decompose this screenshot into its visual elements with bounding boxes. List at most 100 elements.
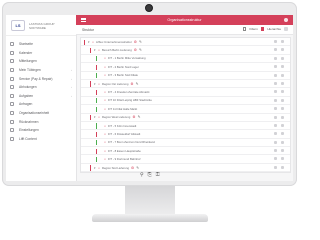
- row-action-button[interactable]: [274, 98, 277, 102]
- row-action-button[interactable]: [274, 48, 277, 52]
- row-action-button[interactable]: [281, 81, 284, 85]
- edit-icon[interactable]: ✎: [139, 40, 142, 44]
- row-action-button[interactable]: [274, 132, 277, 136]
- row-action-button[interactable]: [281, 132, 284, 136]
- row-actions: [274, 73, 284, 77]
- tree-row-label: FIT - 8 Essen Hauptstraße: [107, 148, 141, 153]
- expand-toggle-icon[interactable]: ▾: [94, 48, 97, 52]
- row-action-button[interactable]: [281, 73, 284, 77]
- monitor-stand: [125, 186, 175, 216]
- user-icon[interactable]: [284, 18, 288, 22]
- row-action-button[interactable]: [281, 56, 284, 60]
- sidebar-item[interactable]: Startseite: [6, 40, 76, 49]
- expand-toggle-icon[interactable]: ▾: [94, 166, 97, 170]
- camera-icon: [145, 4, 153, 12]
- row-actions: [274, 132, 284, 136]
- row-action-button[interactable]: [274, 165, 277, 169]
- tree-row[interactable]: ⌂ FIT - 6 Düsseldorf Altstadt: [81, 130, 290, 139]
- brand-text: LASTRAS GROUP SOFTWARE: [29, 22, 55, 30]
- row-actions: [274, 40, 284, 43]
- tree-row[interactable]: ⌂ FIT - 3 Berlin Süd Filiale: [81, 72, 290, 80]
- tree-row[interactable]: ▾ ⌂ Region Süd Lieferung ⚙ ✎: [81, 164, 290, 173]
- unit-icon: ⌂: [104, 73, 106, 78]
- tree-row[interactable]: ⌂ FIT - 5 Köln Innenstadt: [81, 122, 290, 131]
- footer-action-icon[interactable]: ⚿: [156, 172, 160, 178]
- chevron-right-icon: ›: [71, 85, 72, 90]
- row-action-button[interactable]: [274, 115, 277, 119]
- chevron-right-icon: ›: [71, 93, 72, 98]
- tree-row[interactable]: ▾ ⌂ Bereich Berlin Lieferung ⚙ ✎: [81, 46, 290, 55]
- sidebar-item[interactable]: Service (Pay & Repair) ›: [6, 74, 76, 83]
- brand-line-2: SOFTWARE: [29, 25, 46, 30]
- row-action-button[interactable]: [274, 157, 277, 161]
- tree-row[interactable]: ⌂ FIT - 9 Dortmund Bahnhof: [81, 155, 290, 164]
- row-action-button[interactable]: [281, 140, 284, 144]
- sidebar-item[interactable]: Lifft Content: [6, 135, 76, 144]
- row-action-button[interactable]: [281, 165, 284, 169]
- tree-row[interactable]: ⌂ FIT - 2 Berlin Nord Lager: [81, 63, 290, 72]
- sidebar-item[interactable]: Mein Tübingen ›: [6, 66, 76, 75]
- sidebar-item[interactable]: Einstellungen: [6, 126, 76, 135]
- tree-row[interactable]: ⌂ FIT - 7 Bonn Zentrum Nord Rheinland: [81, 139, 290, 148]
- nav-icon: [10, 59, 14, 64]
- tree-row[interactable]: ⌂ FIT 10 Filial Leipzig HBF Stadtmitte: [81, 97, 290, 106]
- sidebar-item[interactable]: Anfragen: [6, 100, 76, 109]
- settings-icon[interactable]: ⚙: [134, 40, 137, 44]
- row-action-button[interactable]: [281, 98, 284, 102]
- row-action-button[interactable]: [274, 123, 277, 127]
- hierarchy-checkbox[interactable]: [260, 27, 265, 31]
- footer-action-icon[interactable]: ⎘: [148, 172, 152, 178]
- sidebar-item[interactable]: Kalender: [6, 49, 76, 58]
- row-action-button[interactable]: [281, 157, 284, 161]
- list-view-button[interactable]: [284, 27, 288, 31]
- expand-toggle-icon[interactable]: ▾: [94, 82, 97, 86]
- row-action-button[interactable]: [274, 140, 277, 144]
- tree-row[interactable]: ⌂ FIT - 4 Dresden Zentrale Altmarkt: [81, 88, 290, 97]
- settings-icon[interactable]: ⚙: [134, 48, 137, 52]
- expand-toggle-icon[interactable]: ▾: [94, 115, 97, 119]
- row-action-button[interactable]: [281, 65, 284, 69]
- unit-icon: ⌂: [104, 90, 106, 95]
- tree-row[interactable]: ▾ ⌂ Lifftex Unternehmensstruktur ⚙ ✎: [81, 38, 290, 47]
- footer-action-icon[interactable]: ⚲: [140, 172, 144, 178]
- edit-icon[interactable]: ✎: [138, 115, 141, 119]
- row-action-button[interactable]: [274, 40, 277, 43]
- row-action-button[interactable]: [281, 123, 284, 127]
- edit-icon[interactable]: ✎: [136, 82, 139, 86]
- row-action-button[interactable]: [281, 40, 284, 43]
- edit-icon[interactable]: ✎: [139, 48, 142, 52]
- tree-row[interactable]: ▾ ⌂ Region West Lieferung ⚙ ✎: [81, 114, 290, 122]
- edit-icon[interactable]: ✎: [136, 166, 139, 170]
- expand-toggle-icon[interactable]: ▾: [88, 40, 91, 44]
- sidebar-item[interactable]: Aufgaben ›: [6, 92, 76, 101]
- row-action-button[interactable]: [274, 73, 277, 77]
- row-action-button[interactable]: [281, 90, 284, 94]
- sidebar-item[interactable]: Abholungen ›: [6, 83, 76, 92]
- tree-row[interactable]: ▾ ⌂ Region Ost Lieferung ⚙ ✎: [81, 80, 290, 89]
- sidebar-item[interactable]: Rücknahmen: [6, 117, 76, 126]
- row-action-button[interactable]: [281, 48, 284, 52]
- row-action-button[interactable]: [274, 81, 277, 85]
- tree-row[interactable]: ⌂ FIT 11 Filial Halle Markt: [81, 105, 290, 114]
- sidebar-item[interactable]: Mitteilungen: [6, 57, 76, 66]
- row-action-button[interactable]: [281, 115, 284, 119]
- settings-icon[interactable]: ⚙: [131, 166, 134, 170]
- settings-icon[interactable]: ⚙: [132, 115, 135, 119]
- sidebar-item[interactable]: Organisationseinheit: [6, 109, 76, 118]
- row-action-button[interactable]: [274, 65, 277, 69]
- row-action-button[interactable]: [274, 56, 277, 60]
- brand[interactable]: LS LASTRAS GROUP SOFTWARE: [6, 15, 76, 36]
- filter-checkbox[interactable]: [242, 27, 247, 31]
- tree-row[interactable]: ⌂ FIT - 1 Berlin Mitte Verwaltung: [81, 55, 290, 64]
- settings-icon[interactable]: ⚙: [130, 82, 133, 86]
- row-action-button[interactable]: [274, 90, 277, 94]
- row-actions: [274, 90, 284, 94]
- row-action-button[interactable]: [274, 107, 277, 111]
- tree-row-label: FIT - 9 Dortmund Bahnhof: [107, 157, 141, 162]
- tree-row-label: FIT - 6 Düsseldorf Altstadt: [107, 131, 141, 136]
- tree-row[interactable]: ⌂ FIT - 8 Essen Hauptstraße: [81, 147, 290, 156]
- row-actions: [274, 140, 284, 144]
- row-action-button[interactable]: [274, 149, 277, 153]
- row-action-button[interactable]: [281, 107, 284, 111]
- row-action-button[interactable]: [281, 149, 284, 153]
